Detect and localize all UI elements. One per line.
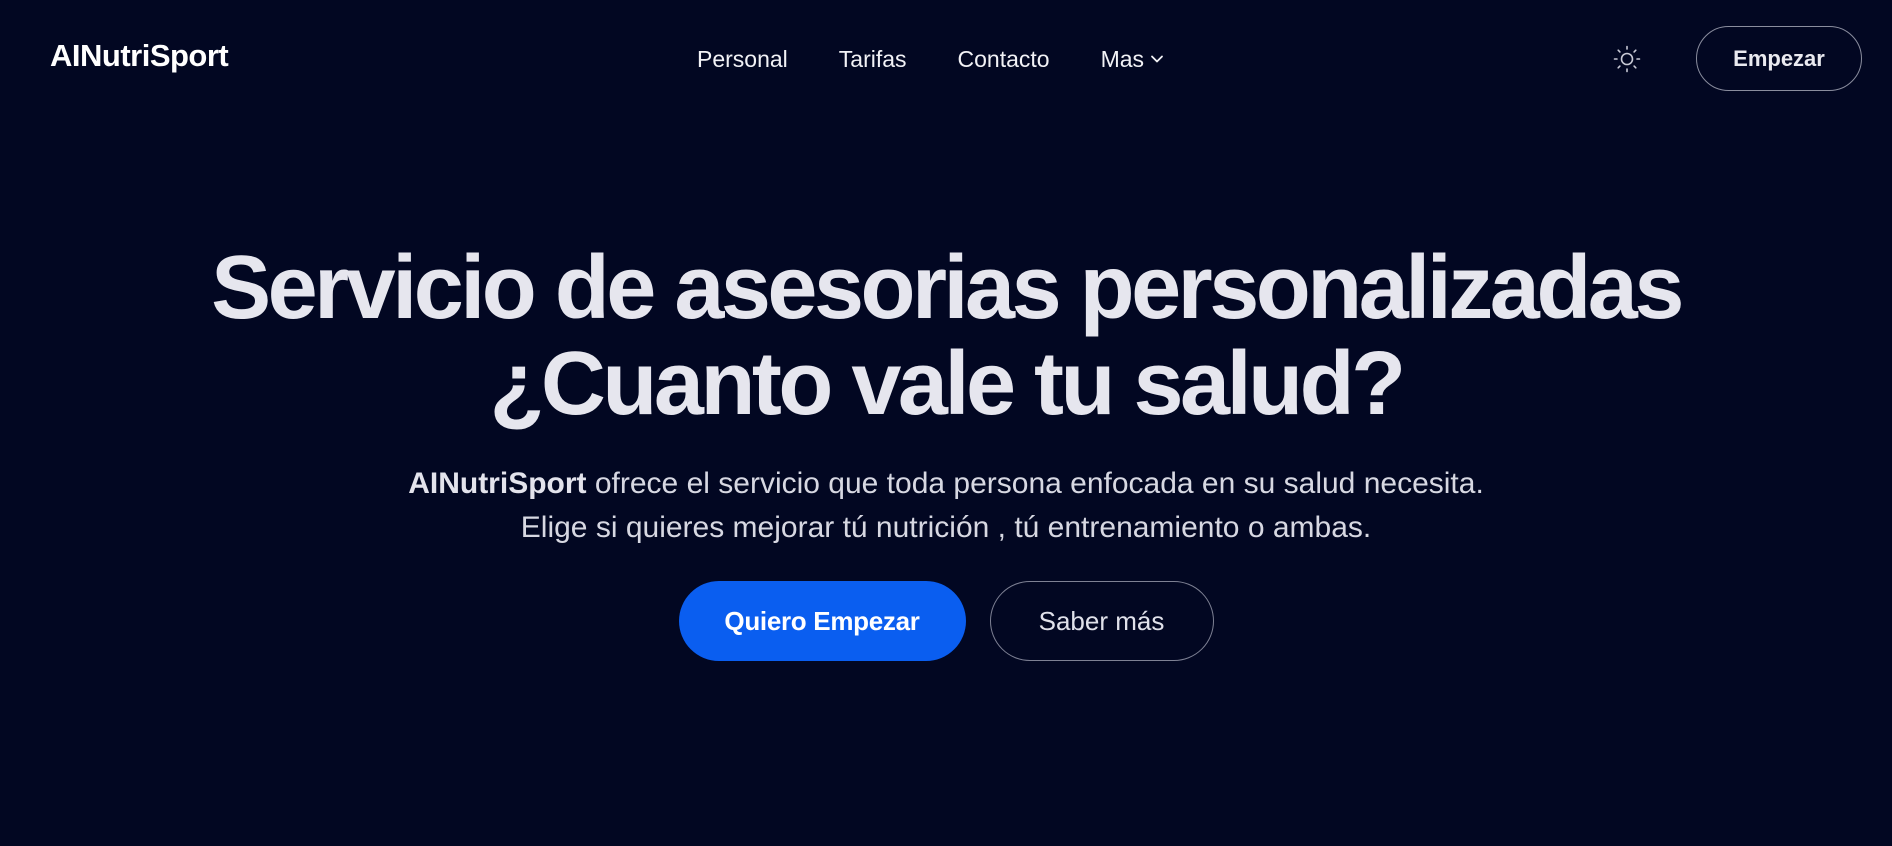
nav-item-contacto[interactable]: Contacto bbox=[958, 46, 1050, 73]
start-now-button[interactable]: Quiero Empezar bbox=[678, 581, 966, 661]
hero-title: Servicio de asesorias personalizadas ¿Cu… bbox=[0, 240, 1892, 432]
main-nav: Personal Tarifas Contacto Mas bbox=[697, 44, 1164, 74]
nav-item-tarifas[interactable]: Tarifas bbox=[839, 46, 907, 73]
hero-section: Servicio de asesorias personalizadas ¿Cu… bbox=[0, 240, 1892, 550]
theme-toggle-button[interactable] bbox=[1612, 44, 1642, 74]
hero-title-line-2: ¿Cuanto vale tu salud? bbox=[489, 334, 1406, 434]
nav-item-label: Mas bbox=[1100, 45, 1145, 72]
landing-page: AINutriSport Personal Tarifas Contacto M… bbox=[0, 0, 1892, 846]
hero-subtitle-line-1: AINutriSport ofrece el servicio que toda… bbox=[0, 462, 1892, 506]
hero-subtitle: AINutriSport ofrece el servicio que toda… bbox=[0, 462, 1892, 550]
site-header: AINutriSport Personal Tarifas Contacto M… bbox=[0, 0, 1892, 118]
hero-subtitle-line-2: Elige si quieres mejorar tú nutrición , … bbox=[520, 511, 1372, 544]
nav-item-mas-dropdown[interactable]: Mas bbox=[1101, 46, 1164, 73]
nav-item-label: Contacto bbox=[957, 45, 1050, 72]
chevron-down-icon bbox=[1151, 55, 1163, 63]
nav-item-label: Personal bbox=[697, 45, 788, 72]
learn-more-button[interactable]: Saber más bbox=[989, 581, 1214, 661]
brand-logo[interactable]: AINutriSport bbox=[50, 38, 229, 74]
hero-subtitle-line-1-text: ofrece el servicio que toda persona enfo… bbox=[586, 467, 1484, 500]
sun-icon bbox=[1613, 45, 1641, 73]
hero-subtitle-brand: AINutriSport bbox=[408, 467, 587, 500]
header-start-button[interactable]: Empezar bbox=[1696, 26, 1862, 91]
hero-title-line-1: Servicio de asesorias personalizadas bbox=[211, 238, 1684, 338]
nav-item-label: Tarifas bbox=[838, 45, 907, 72]
hero-actions: Quiero Empezar Saber más bbox=[0, 581, 1892, 661]
nav-item-personal[interactable]: Personal bbox=[697, 46, 788, 73]
